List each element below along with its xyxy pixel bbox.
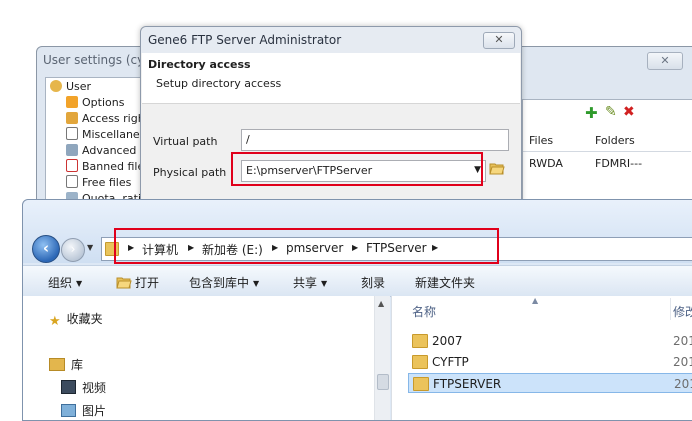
chevron-down-icon: ▼ [253, 279, 260, 288]
file-date: 201 [673, 355, 692, 369]
delete-icon[interactable]: ✖ [623, 104, 635, 120]
add-icon[interactable]: ✚ [585, 104, 598, 122]
file-date: 2014 [674, 377, 692, 391]
column-name[interactable]: 名称 [412, 303, 436, 320]
share-button[interactable]: 共享 ▼ [293, 274, 327, 291]
navigation-pane: ★ 收藏夹 库 视频 图片 [23, 296, 383, 420]
folder-icon [413, 377, 429, 391]
tree-item-banned-files[interactable]: Banned file [66, 159, 144, 174]
browse-folder-button[interactable] [489, 161, 505, 178]
address-highlight-box [114, 228, 499, 264]
folder-icon [412, 355, 428, 369]
tree-item-advanced[interactable]: Advanced [66, 143, 136, 158]
navigation-scrollbar[interactable]: ▲ [374, 296, 390, 420]
access-grid-row[interactable]: RWDA FDMRI--- [523, 155, 691, 173]
file-name: FTPSERVER [433, 377, 502, 391]
tree-item-options[interactable]: Options [66, 95, 124, 110]
dialog-titlebar: Gene6 FTP Server Administrator ✕ [141, 27, 521, 53]
files-rights: RWDA [529, 157, 563, 170]
user-icon [50, 80, 62, 92]
include-in-library-button[interactable]: 包含到库中 ▼ [189, 274, 259, 291]
file-date: 2014 [673, 334, 692, 348]
folders-rights: FDMRI--- [595, 157, 643, 170]
section-title: Directory access [148, 58, 251, 71]
tree-item-miscellaneous[interactable]: Miscellaneo [66, 127, 146, 142]
file-row[interactable]: CYFTP 201 [408, 352, 692, 372]
dialog-header: Directory access Setup directory access [142, 53, 520, 104]
open-button[interactable]: 打开 [116, 274, 159, 291]
edit-icon[interactable]: ✎ [605, 104, 617, 120]
column-modified[interactable]: 修改 [673, 303, 692, 320]
library-icon [49, 358, 65, 371]
dialog-title: Gene6 FTP Server Administrator [148, 33, 342, 47]
picture-icon [61, 404, 76, 417]
back-arrow-icon[interactable]: ‹ [32, 235, 60, 263]
dialog-close-button[interactable]: ✕ [483, 32, 515, 49]
column-folders[interactable]: Folders [595, 134, 635, 147]
scrollbar-thumb[interactable] [377, 374, 389, 390]
tree-item-user[interactable]: User [50, 79, 91, 94]
miscellaneous-icon [66, 127, 78, 140]
column-files[interactable]: Files [529, 134, 553, 147]
file-name: CYFTP [432, 355, 469, 369]
user-settings-tree: User Options Access righ Miscellaneo Adv… [45, 77, 146, 219]
star-icon: ★ [49, 314, 61, 329]
column-divider[interactable] [670, 298, 671, 320]
free-file-icon [66, 175, 78, 188]
tree-item-free-files[interactable]: Free files [66, 175, 131, 190]
folder-open-icon [489, 163, 505, 175]
forward-arrow-icon[interactable]: › [61, 238, 85, 262]
physical-path-highlight-box [231, 152, 483, 186]
access-rights-icon [66, 112, 78, 124]
nav-pictures[interactable]: 图片 [61, 402, 106, 419]
advanced-tools-icon [66, 144, 78, 156]
banned-file-icon [66, 159, 78, 172]
nav-libraries[interactable]: 库 [49, 356, 83, 373]
command-bar: 组织 ▼ 打开 包含到库中 ▼ 共享 ▼ 刻录 新建文件夹 [23, 265, 692, 297]
virtual-path-input[interactable]: / [241, 129, 509, 151]
file-row[interactable]: 2007 2014 [408, 331, 692, 351]
tree-item-access-rights[interactable]: Access righ [66, 111, 145, 126]
video-icon [61, 380, 76, 394]
file-name: 2007 [432, 334, 463, 348]
scroll-up-icon[interactable]: ▲ [378, 299, 384, 308]
gene6-dialog: Gene6 FTP Server Administrator ✕ Directo… [140, 26, 522, 218]
organize-button[interactable]: 组织 ▼ [48, 274, 82, 291]
chevron-down-icon: ▼ [76, 279, 83, 288]
physical-path-label: Physical path [153, 166, 227, 179]
file-row-selected[interactable]: FTPSERVER 2014 [408, 373, 692, 393]
virtual-path-label: Virtual path [153, 135, 218, 148]
history-dropdown-icon[interactable]: ▼ [87, 243, 93, 252]
user-settings-title: User settings (cy [43, 53, 145, 67]
folder-icon [412, 334, 428, 348]
virtual-path-value: / [246, 133, 250, 146]
access-grid-header: Files Folders [523, 131, 691, 152]
nav-favorites[interactable]: ★ 收藏夹 [49, 310, 103, 329]
section-subtitle: Setup directory access [156, 77, 282, 90]
new-folder-button[interactable]: 新建文件夹 [415, 274, 475, 291]
folder-open-icon [116, 277, 132, 289]
options-icon [66, 96, 78, 108]
burn-button[interactable]: 刻录 [361, 274, 385, 291]
nav-videos[interactable]: 视频 [61, 379, 106, 396]
user-settings-close-button[interactable]: ✕ [647, 52, 683, 70]
chevron-down-icon: ▼ [321, 279, 328, 288]
sort-ascending-icon: ▲ [532, 296, 539, 305]
file-list: ▲ 名称 修改 2007 2014 CYFTP 201 FTPSERVER 20… [391, 296, 692, 420]
